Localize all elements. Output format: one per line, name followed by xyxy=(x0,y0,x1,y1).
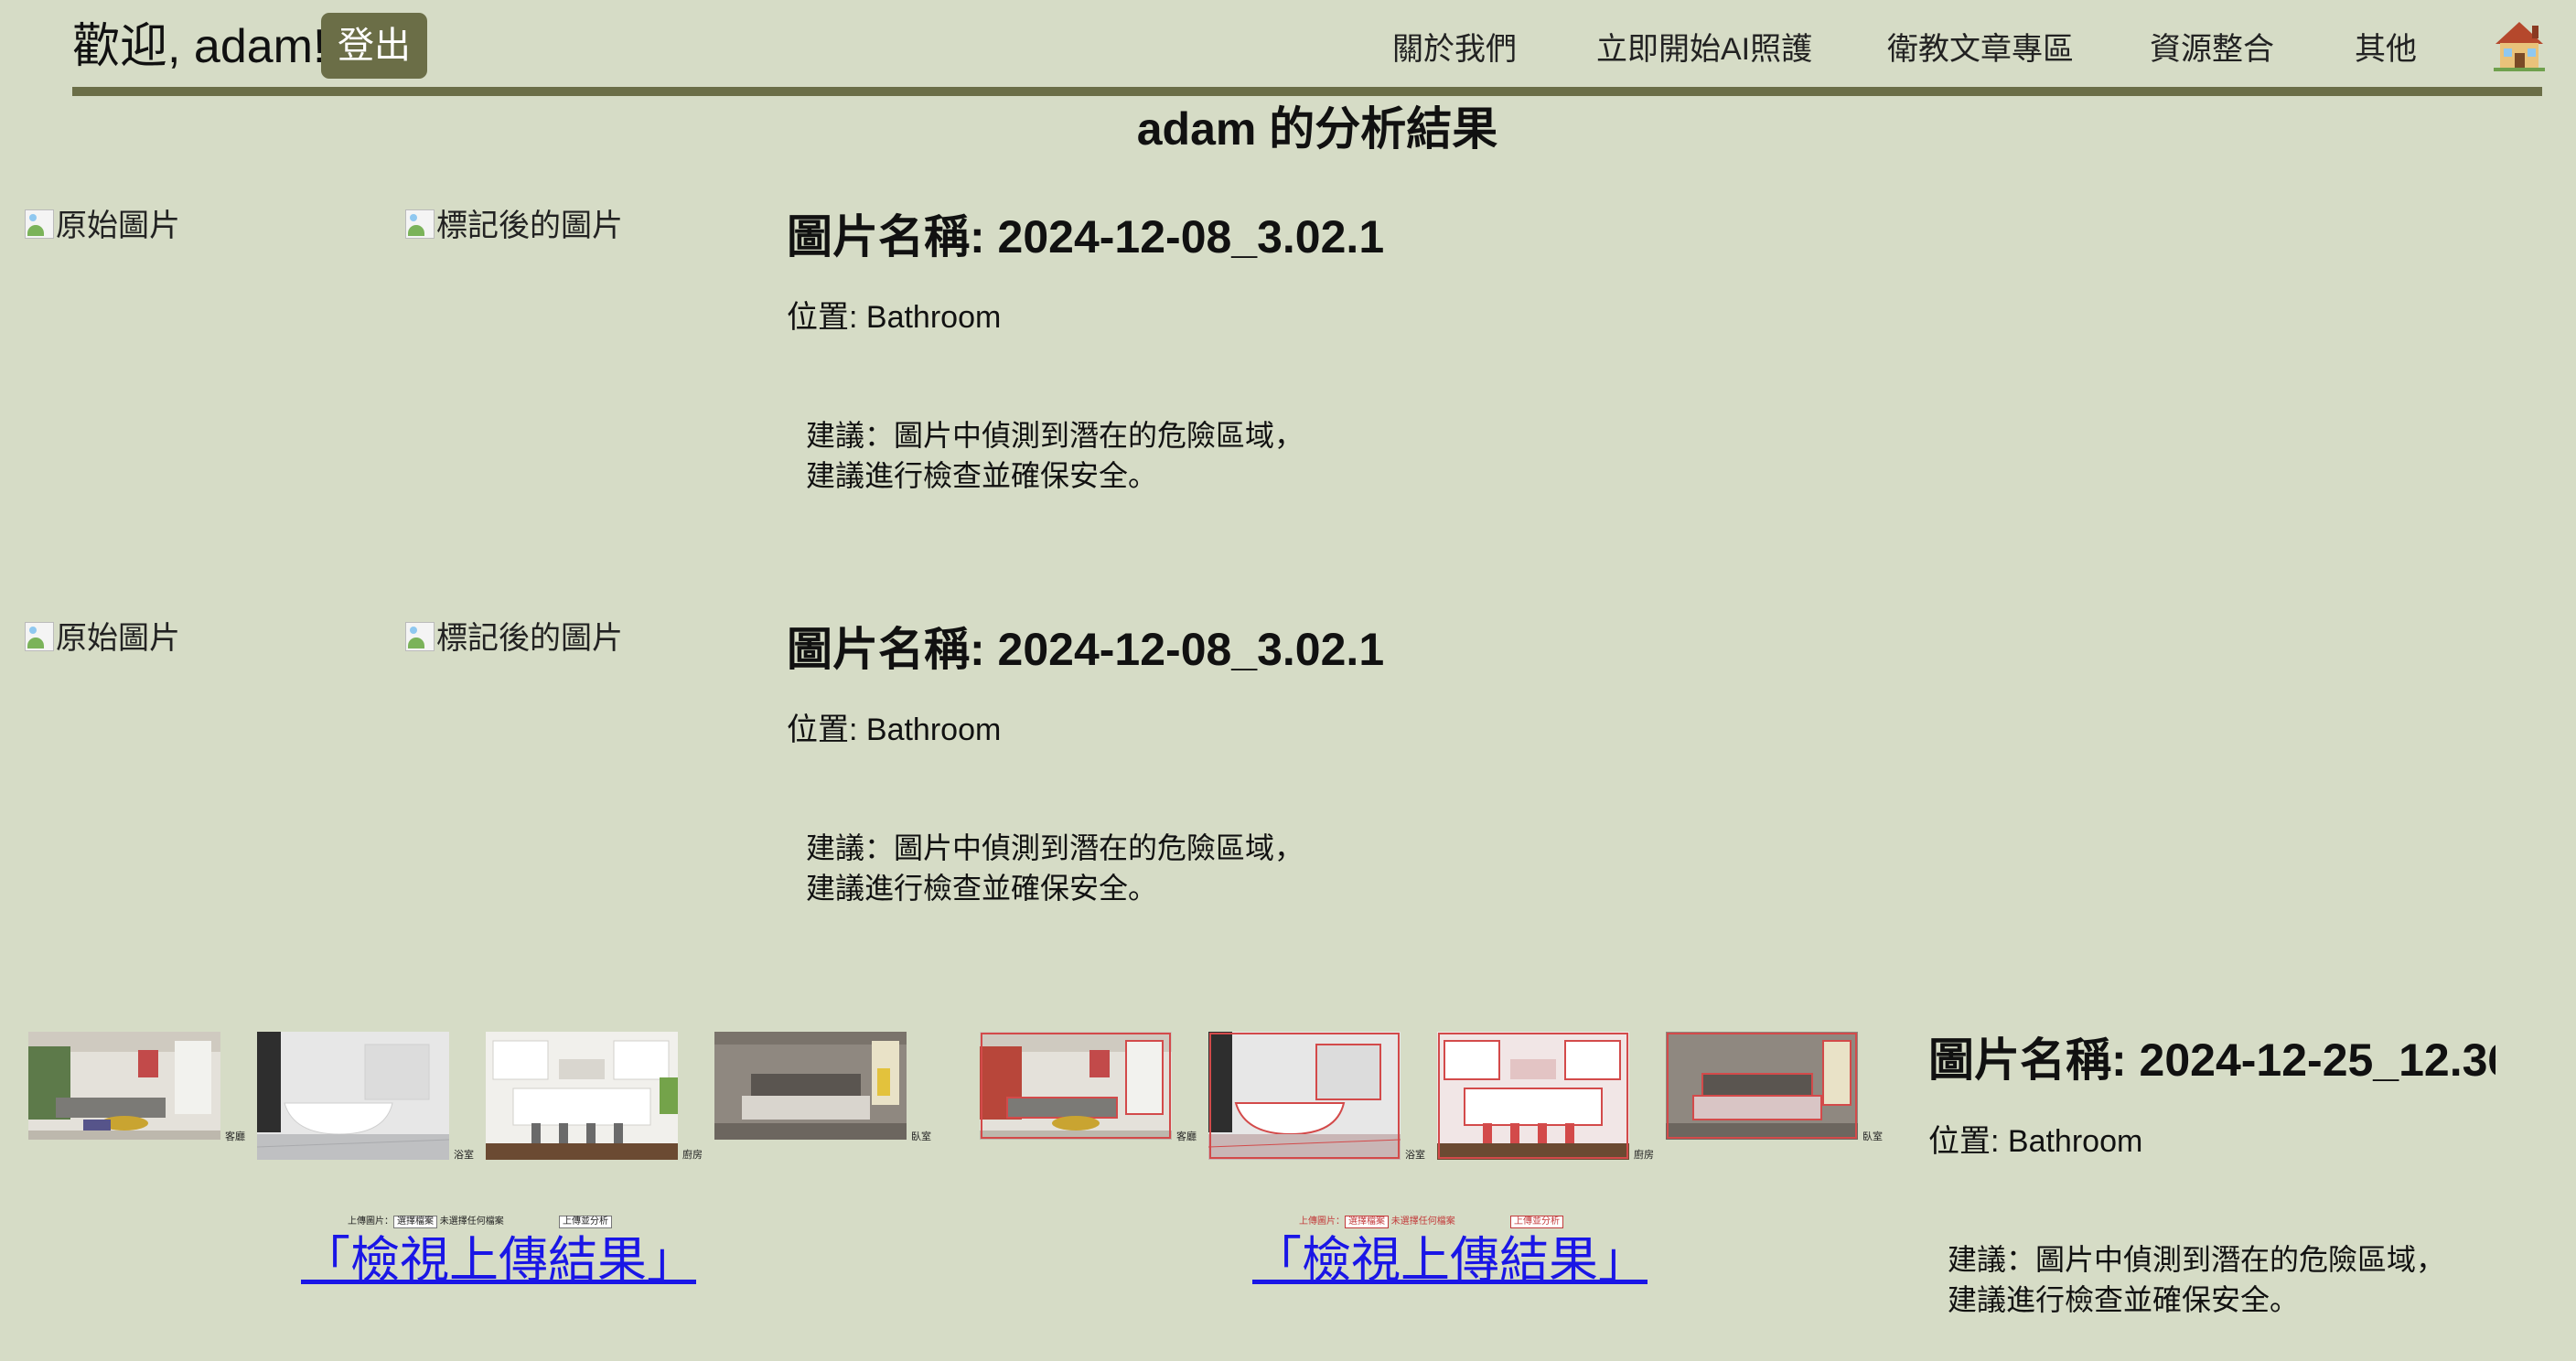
broken-image-icon xyxy=(25,209,54,239)
upload-label: 上傳圖片： xyxy=(1299,1216,1345,1227)
marked-image-alt: 標記後的圖片 xyxy=(436,621,623,656)
broken-image-icon xyxy=(405,622,435,651)
home-icon[interactable] xyxy=(2492,18,2547,73)
page-title: adam 的分析結果 xyxy=(1136,103,1498,155)
original-image: 原始圖片 xyxy=(25,618,180,659)
bathroom-marked-thumbnail xyxy=(1208,1032,1401,1160)
living-room-thumbnail xyxy=(28,1032,220,1140)
kitchen-marked-thumbnail xyxy=(1437,1032,1629,1160)
advice-line-2: 建議進行檢查並確保安全。 xyxy=(806,459,1158,492)
advice-line-1: 建議：圖片中偵測到潛在的危險區域， xyxy=(806,419,1304,452)
nav-start-ai-care[interactable]: 立即開始AI照護 xyxy=(1596,27,1812,71)
image-location: 位置: Bathroom xyxy=(1928,1124,2143,1159)
upload-form-preview: 上傳圖片： 選擇檔案 未選擇任何檔案 xyxy=(1299,1216,1455,1228)
header-divider xyxy=(72,87,2542,96)
image-name-container: 圖片名稱: 2024-12-25_12.36. xyxy=(1928,1028,2496,1096)
view-upload-result-link[interactable]: 「檢視上傳結果」 xyxy=(301,1231,696,1290)
advice-line-1: 建議：圖片中偵測到潛在的危險區域， xyxy=(806,831,1304,864)
image-name: 圖片名稱: 2024-12-08_3.02.1 xyxy=(787,624,1385,675)
upload-analyze-preview: 上傳並分析 xyxy=(1510,1216,1563,1228)
marked-image: 標記後的圖片 xyxy=(405,206,623,246)
broken-image-icon xyxy=(25,622,54,651)
image-location: 位置: Bathroom xyxy=(787,713,1002,747)
nav-other[interactable]: 其他 xyxy=(2355,27,2417,71)
view-upload-result-link[interactable]: 「檢視上傳結果」 xyxy=(1252,1231,1648,1290)
broken-image-icon xyxy=(405,209,435,239)
choose-file-button: 選擇檔案 xyxy=(1345,1216,1389,1228)
original-image-alt: 原始圖片 xyxy=(56,621,180,656)
upload-form-preview: 上傳圖片： 選擇檔案 未選擇任何檔案 xyxy=(348,1216,504,1228)
marked-image-alt: 標記後的圖片 xyxy=(436,209,623,243)
room-label: 浴室 xyxy=(454,1150,474,1161)
bedroom-thumbnail xyxy=(714,1032,907,1140)
choose-file-button: 選擇檔案 xyxy=(393,1216,437,1228)
bedroom-marked-thumbnail xyxy=(1666,1032,1858,1140)
room-label: 臥室 xyxy=(911,1131,931,1142)
nav-health-articles[interactable]: 衛教文章專區 xyxy=(1887,27,2074,71)
original-image: 原始圖片 xyxy=(25,206,180,246)
room-label: 客廳 xyxy=(225,1131,245,1142)
no-file-text: 未選擇任何檔案 xyxy=(1390,1216,1455,1227)
upload-analyze-button: 上傳並分析 xyxy=(1510,1216,1563,1228)
kitchen-thumbnail xyxy=(486,1032,678,1160)
room-label: 浴室 xyxy=(1405,1150,1425,1161)
nav-resources[interactable]: 資源整合 xyxy=(2150,27,2274,71)
marked-image: 標記後的圖片 xyxy=(405,618,623,659)
room-label: 廚房 xyxy=(1634,1150,1654,1161)
living-room-marked-thumbnail xyxy=(980,1032,1172,1140)
top-header: 歡迎, adam! 登出 關於我們 立即開始AI照護 衛教文章專區 資源整合 其… xyxy=(0,0,2576,101)
room-label: 廚房 xyxy=(682,1150,703,1161)
room-label: 臥室 xyxy=(1862,1131,1883,1142)
advice-line-2: 建議進行檢查並確保安全。 xyxy=(1948,1283,2300,1316)
original-image-alt: 原始圖片 xyxy=(56,209,180,243)
bathroom-thumbnail xyxy=(257,1032,449,1160)
upload-label: 上傳圖片： xyxy=(348,1216,393,1227)
image-name: 圖片名稱: 2024-12-08_3.02.1 xyxy=(787,211,1385,263)
image-name: 圖片名稱: 2024-12-25_12.36. xyxy=(1928,1034,2496,1086)
advice-line-1: 建議：圖片中偵測到潛在的危險區域， xyxy=(1948,1243,2446,1276)
upload-analyze-button: 上傳並分析 xyxy=(559,1216,612,1228)
no-file-text: 未選擇任何檔案 xyxy=(439,1216,504,1227)
image-location: 位置: Bathroom xyxy=(787,300,1002,335)
nav-about[interactable]: 關於我們 xyxy=(1392,27,1517,71)
advice-line-2: 建議進行檢查並確保安全。 xyxy=(806,872,1158,905)
room-label: 客廳 xyxy=(1176,1131,1197,1142)
upload-analyze-preview: 上傳並分析 xyxy=(559,1216,612,1228)
page: 歡迎, adam! 登出 關於我們 立即開始AI照護 衛教文章專區 資源整合 其… xyxy=(0,0,2576,1361)
welcome-message: 歡迎, adam! xyxy=(72,20,327,73)
logout-button[interactable]: 登出 xyxy=(321,13,427,79)
